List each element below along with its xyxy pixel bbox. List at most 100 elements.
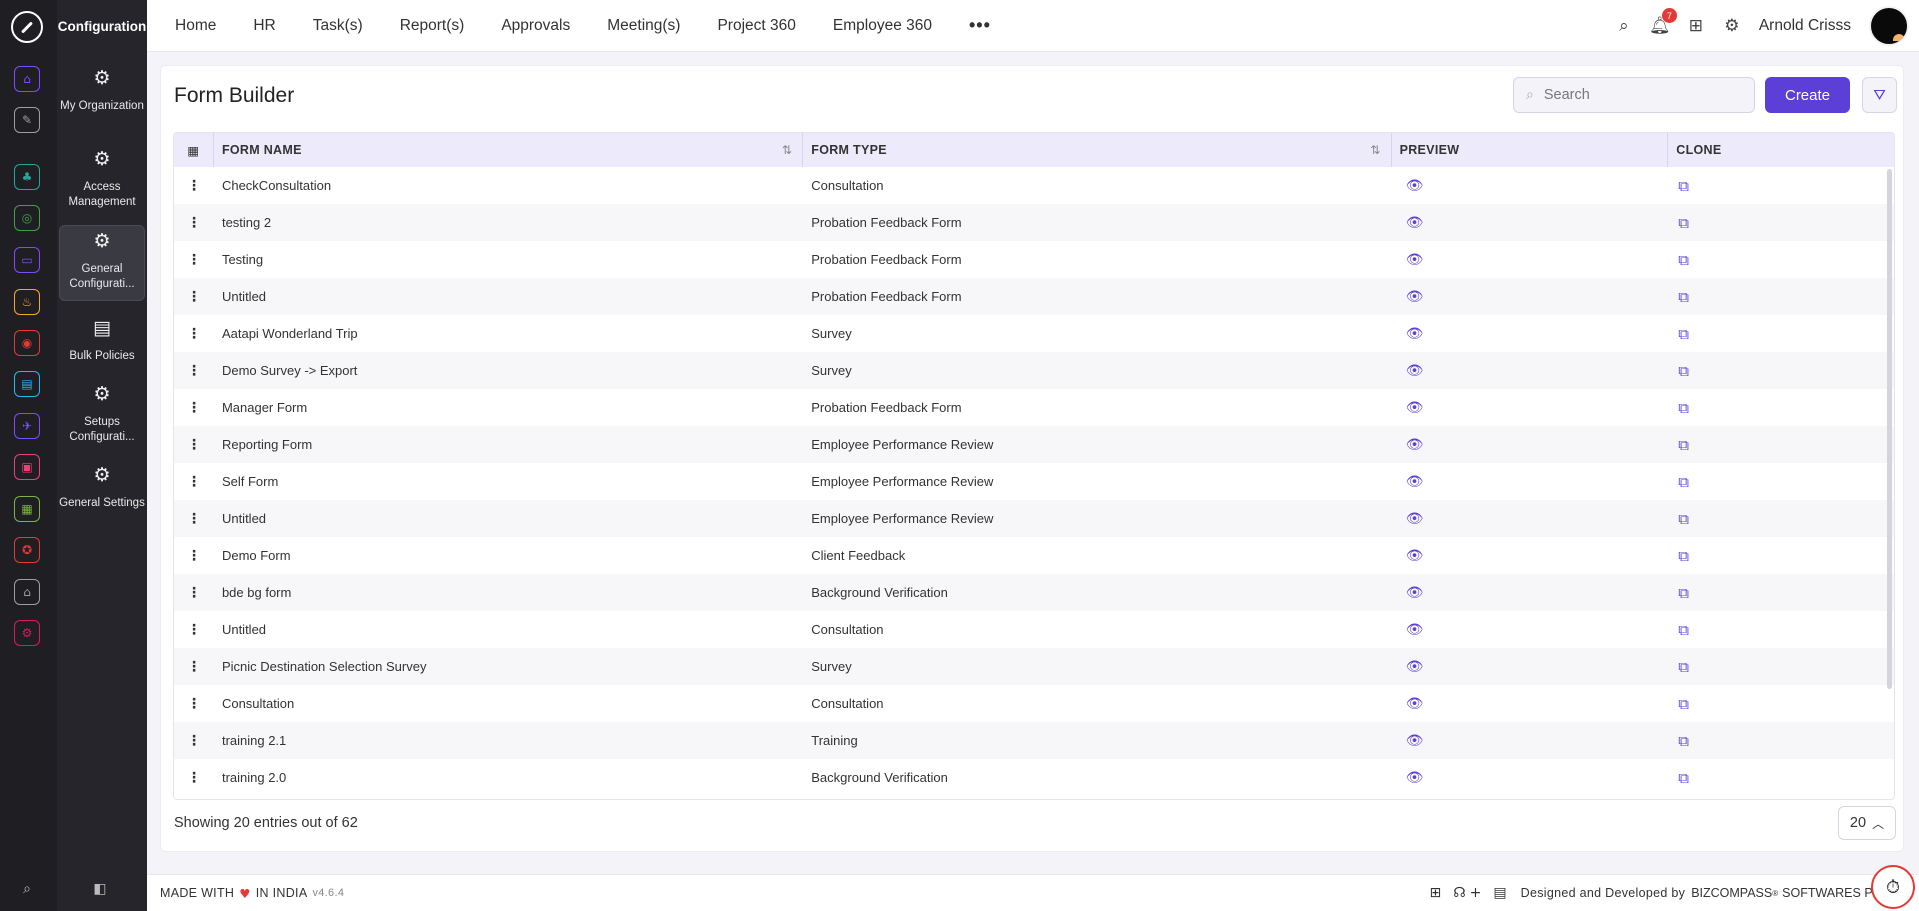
eye-icon[interactable]: 👁︎ (1406, 585, 1424, 601)
search-icon[interactable]: ⌕ (14, 876, 40, 902)
row-actions-icon[interactable]: ⋮ (174, 167, 214, 204)
timer-icon[interactable]: ⏱ (1871, 865, 1915, 909)
sort-icon[interactable]: ⇅ (1370, 143, 1380, 157)
row-actions-icon[interactable]: ⋮ (174, 685, 214, 722)
headset-icon[interactable]: ☊ (1453, 885, 1465, 901)
row-actions-icon[interactable]: ⋮ (174, 611, 214, 648)
copy-icon[interactable]: ⧉ (1678, 214, 1689, 232)
eye-icon[interactable]: 👁︎ (1406, 252, 1424, 268)
search-box[interactable]: ⌕ (1513, 77, 1755, 113)
eye-icon[interactable]: 👁︎ (1406, 437, 1424, 453)
eye-icon[interactable]: 👁︎ (1406, 696, 1424, 712)
row-actions-icon[interactable]: ⋮ (174, 722, 214, 759)
rail-button[interactable]: ▣ (14, 454, 40, 480)
subnav-item-general-configuration[interactable]: ⚙ General Configurati... (59, 225, 145, 301)
nav-home[interactable]: Home (175, 17, 216, 35)
rail-button[interactable]: ⌂ (14, 66, 40, 92)
row-actions-icon[interactable]: ⋮ (174, 463, 214, 500)
filter-icon[interactable]: ⛛ (1862, 77, 1897, 113)
gear-icon[interactable]: ⚙ (1721, 15, 1743, 37)
rail-button[interactable]: ▦ (14, 496, 40, 522)
eye-icon[interactable]: 👁︎ (1406, 400, 1424, 416)
more-menu-icon[interactable]: ••• (969, 15, 991, 36)
copy-icon[interactable]: ⧉ (1678, 436, 1689, 454)
rail-button[interactable]: ⌂ (14, 579, 40, 605)
plus-icon[interactable]: + (1470, 885, 1482, 901)
page-size-select[interactable]: 20 ︿ (1838, 806, 1896, 840)
row-actions-icon[interactable]: ⋮ (174, 648, 214, 685)
eye-icon[interactable]: 👁︎ (1406, 326, 1424, 342)
eye-icon[interactable]: 👁︎ (1406, 622, 1424, 638)
rail-button[interactable]: ✈ (14, 413, 40, 439)
nav-reports[interactable]: Report(s) (400, 17, 465, 35)
sort-icon[interactable]: ⇅ (782, 143, 792, 157)
rail-button[interactable]: ♨ (14, 289, 40, 315)
search-input[interactable] (1543, 87, 1724, 103)
eye-icon[interactable]: 👁︎ (1406, 289, 1424, 305)
subnav-item-bulk-policies[interactable]: ▤ Bulk Policies (59, 313, 145, 389)
subnav-item-general-settings[interactable]: ⚙ General Settings (59, 460, 145, 536)
search-icon[interactable]: ⌕ (1613, 15, 1635, 37)
eye-icon[interactable]: 👁︎ (1406, 215, 1424, 231)
avatar[interactable] (1869, 6, 1909, 46)
copy-icon[interactable]: ⧉ (1678, 362, 1689, 380)
copy-icon[interactable]: ⧉ (1678, 288, 1689, 306)
rail-button[interactable]: ◎ (14, 205, 40, 231)
user-name[interactable]: Arnold Crisss (1759, 17, 1851, 35)
copy-icon[interactable]: ⧉ (1678, 695, 1689, 713)
copy-icon[interactable]: ⧉ (1678, 510, 1689, 528)
copy-icon[interactable]: ⧉ (1678, 584, 1689, 602)
create-button[interactable]: Create (1765, 77, 1850, 113)
row-actions-icon[interactable]: ⋮ (174, 500, 214, 537)
row-actions-icon[interactable]: ⋮ (174, 352, 214, 389)
windows-icon[interactable]: ⊞ (1430, 885, 1442, 901)
nav-meetings[interactable]: Meeting(s) (607, 17, 680, 35)
nav-approvals[interactable]: Approvals (501, 17, 570, 35)
apps-grid-icon[interactable]: ⊞ (1685, 15, 1707, 37)
row-actions-icon[interactable]: ⋮ (174, 241, 214, 278)
nav-tasks[interactable]: Task(s) (313, 17, 363, 35)
rail-button[interactable]: ▭ (14, 247, 40, 273)
rail-button[interactable]: ▤ (14, 371, 40, 397)
row-actions-icon[interactable]: ⋮ (174, 315, 214, 352)
copy-icon[interactable]: ⧉ (1678, 658, 1689, 676)
eye-icon[interactable]: 👁︎ (1406, 770, 1424, 786)
eye-icon[interactable]: 👁︎ (1406, 548, 1424, 564)
row-actions-icon[interactable]: ⋮ (174, 278, 214, 315)
table-scrollbar[interactable] (1887, 169, 1892, 689)
collapse-sidebar-icon[interactable]: ◧ (87, 876, 113, 902)
copy-icon[interactable]: ⧉ (1678, 732, 1689, 750)
subnav-item-my-organization[interactable]: ⚙ My Organization (59, 63, 145, 139)
bell-icon[interactable]: 🔔︎ 7 (1649, 8, 1677, 37)
eye-icon[interactable]: 👁︎ (1406, 363, 1424, 379)
row-actions-icon[interactable]: ⋮ (174, 574, 214, 611)
copy-icon[interactable]: ⧉ (1678, 769, 1689, 787)
copy-icon[interactable]: ⧉ (1678, 251, 1689, 269)
copy-icon[interactable]: ⧉ (1678, 399, 1689, 417)
column-settings-icon[interactable]: ▦ (174, 133, 214, 167)
copy-icon[interactable]: ⧉ (1678, 325, 1689, 343)
rail-button[interactable]: ♣ (14, 164, 40, 190)
row-actions-icon[interactable]: ⋮ (174, 426, 214, 463)
eye-icon[interactable]: 👁︎ (1406, 733, 1424, 749)
rail-button[interactable]: ✎ (14, 107, 40, 133)
rail-button[interactable]: ◉ (14, 330, 40, 356)
row-actions-icon[interactable]: ⋮ (174, 759, 214, 796)
subnav-item-access-management[interactable]: ⚙ Access Management (59, 144, 145, 220)
eye-icon[interactable]: 👁︎ (1406, 178, 1424, 194)
subnav-item-setups-configuration[interactable]: ⚙ Setups Configurati... (59, 379, 145, 455)
rail-button[interactable]: ✪ (14, 537, 40, 563)
row-actions-icon[interactable]: ⋮ (174, 204, 214, 241)
eye-icon[interactable]: 👁︎ (1406, 659, 1424, 675)
rail-button[interactable]: ⚙ (14, 620, 40, 646)
column-form-type[interactable]: FORM TYPE ⇅ (803, 133, 1392, 167)
nav-hr[interactable]: HR (253, 17, 275, 35)
column-form-name[interactable]: FORM NAME ⇅ (214, 133, 804, 167)
row-actions-icon[interactable]: ⋮ (174, 389, 214, 426)
app-logo-icon[interactable] (11, 11, 43, 43)
copy-icon[interactable]: ⧉ (1678, 621, 1689, 639)
row-actions-icon[interactable]: ⋮ (174, 537, 214, 574)
copy-icon[interactable]: ⧉ (1678, 473, 1689, 491)
eye-icon[interactable]: 👁︎ (1406, 511, 1424, 527)
copy-icon[interactable]: ⧉ (1678, 177, 1689, 195)
